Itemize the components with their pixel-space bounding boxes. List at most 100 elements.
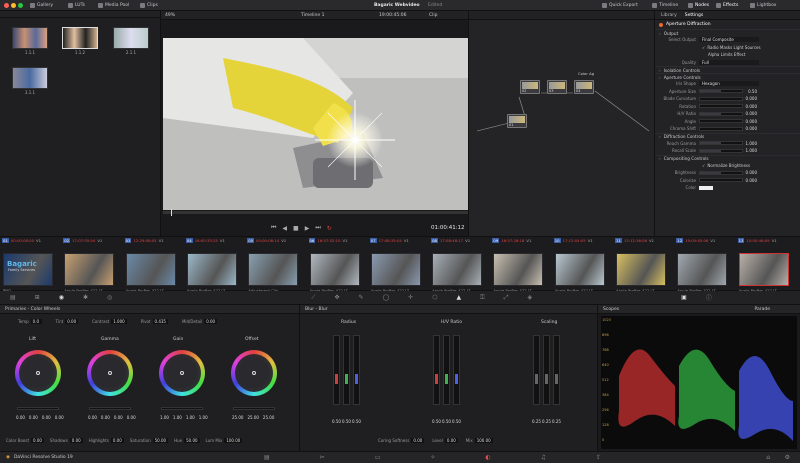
luts-button[interactable]: LUTs xyxy=(64,0,89,11)
temp-field[interactable]: Temp 0.0 xyxy=(18,319,42,324)
scopes-icon[interactable]: ▣ xyxy=(681,294,687,301)
tracker-icon[interactable]: ✛ xyxy=(408,294,413,301)
slider-track[interactable] xyxy=(699,141,743,146)
tab-settings[interactable]: Settings xyxy=(685,13,703,18)
wheel-value[interactable]: 0.00 xyxy=(55,415,64,420)
color-match-icon[interactable]: ⊞ xyxy=(35,294,40,301)
wheel-value[interactable]: 25.00 xyxy=(247,415,258,420)
slider-track[interactable] xyxy=(699,170,743,175)
wheel-value[interactable]: 25.00 xyxy=(232,415,243,420)
section-aperture[interactable]: Aperture Controls xyxy=(655,73,800,80)
pivot-field[interactable]: Pivot 0.435 xyxy=(141,319,168,324)
lightbox-toggle[interactable]: Lightbox xyxy=(746,0,780,11)
clip-thumbnail[interactable]: Bagaric Family Services xyxy=(3,253,53,286)
deliver-page-icon[interactable]: ⇪ xyxy=(596,454,601,461)
node-03[interactable]: 03 xyxy=(547,80,567,94)
slider-value[interactable]: 0.000 xyxy=(743,96,757,101)
wheel-value[interactable]: 0.00 xyxy=(29,415,38,420)
slider-track[interactable] xyxy=(699,119,743,124)
playhead[interactable] xyxy=(171,209,172,216)
blur-channel-value[interactable]: 0.50 xyxy=(432,419,441,424)
wheel-value[interactable]: 0.00 xyxy=(114,415,123,420)
slider-track[interactable] xyxy=(699,178,743,183)
clip-thumbnail[interactable] xyxy=(432,253,483,286)
blur-channel-slider[interactable] xyxy=(453,335,460,405)
iris-shape-dropdown[interactable]: Hexagon xyxy=(699,81,759,87)
primaries-bottom-field[interactable]: Highlights 0.00 xyxy=(89,438,124,443)
primaries-bottom-field[interactable]: Color Boost 0.00 xyxy=(6,438,44,443)
clip-thumbnail[interactable] xyxy=(677,253,728,286)
clip-thumbnail[interactable] xyxy=(493,253,544,286)
wheel-value[interactable]: 1.00 xyxy=(173,415,182,420)
clip-thumbnail[interactable] xyxy=(738,253,789,286)
blur-footer-field[interactable]: Coring Softness 0.00 xyxy=(378,438,425,443)
blur-channel-value[interactable]: 0.25 xyxy=(532,419,541,424)
blur-channel-slider[interactable] xyxy=(333,335,340,405)
clips-button[interactable]: Clips xyxy=(136,0,162,11)
color-wheel[interactable] xyxy=(87,350,133,396)
slider-value[interactable]: 0.000 xyxy=(743,126,757,131)
wheel-value[interactable]: 0.00 xyxy=(42,415,51,420)
slider-track[interactable] xyxy=(699,148,743,153)
wheel-value[interactable]: 1.00 xyxy=(186,415,195,420)
fusion-page-icon[interactable]: ✧ xyxy=(430,454,435,461)
skip-end-icon[interactable]: ⏭ xyxy=(315,224,320,232)
play-icon[interactable]: ▶ xyxy=(305,225,310,232)
clip-thumbnail[interactable] xyxy=(370,253,421,286)
color-wheels-icon[interactable]: ◉ xyxy=(59,294,64,301)
quality-dropdown[interactable]: Full xyxy=(699,59,759,65)
gallery-still[interactable] xyxy=(62,27,98,49)
timeline-toggle[interactable]: Timeline xyxy=(648,0,682,11)
master-wheel-bar[interactable] xyxy=(233,407,275,410)
blur-channel-slider[interactable] xyxy=(543,335,550,405)
clip-thumbnail[interactable] xyxy=(309,253,360,286)
curves-icon[interactable]: ⟋ xyxy=(311,294,315,302)
media-page-icon[interactable]: ▤ xyxy=(264,454,270,461)
gallery-still[interactable] xyxy=(12,67,48,89)
wheel-center-handle[interactable] xyxy=(180,371,184,375)
color-swatch[interactable] xyxy=(699,185,713,190)
scrubber-bar[interactable] xyxy=(163,209,468,216)
master-wheel-bar[interactable] xyxy=(161,407,203,410)
sizing-icon[interactable]: ⤢ xyxy=(504,294,509,302)
node-04[interactable]: 04 xyxy=(574,80,594,94)
slider-value[interactable]: 0.000 xyxy=(743,119,757,124)
node-01[interactable]: 01 xyxy=(507,114,527,128)
color-wheel[interactable] xyxy=(159,350,205,396)
clip-thumbnail[interactable] xyxy=(616,253,666,286)
effect-enable-icon[interactable] xyxy=(659,22,663,27)
zoom-level[interactable]: 49% xyxy=(165,13,175,18)
clip-thumbnail[interactable] xyxy=(125,253,176,286)
zoom-window-button[interactable] xyxy=(18,3,23,8)
master-wheel-bar[interactable] xyxy=(89,407,131,410)
qualifier-icon[interactable]: ✎ xyxy=(358,294,363,301)
effects-toggle[interactable]: Effects xyxy=(712,0,742,11)
blur-channel-value[interactable]: 0.25 xyxy=(552,419,561,424)
home-icon[interactable]: ⌂ xyxy=(766,454,770,461)
wheel-value[interactable]: 1.00 xyxy=(199,415,208,420)
3d-icon[interactable]: ◈ xyxy=(528,294,533,301)
blur-channel-slider[interactable] xyxy=(343,335,350,405)
stop-icon[interactable]: ■ xyxy=(293,225,299,232)
timeline-name[interactable]: Timeline 1 xyxy=(301,13,324,18)
blur-channel-value[interactable]: 0.50 xyxy=(342,419,351,424)
motion-effects-icon[interactable]: ◎ xyxy=(107,294,112,301)
slider-value[interactable]: 0.000 xyxy=(743,104,757,109)
blur-icon[interactable]: ▲ xyxy=(457,294,462,301)
section-diffraction[interactable]: Diffraction Controls xyxy=(655,132,800,140)
info-icon[interactable]: ⓘ xyxy=(706,293,712,302)
wheel-value[interactable]: 0.00 xyxy=(101,415,110,420)
effect-header[interactable]: Aperture Diffraction xyxy=(655,20,800,29)
section-compositing[interactable]: Compositing Controls xyxy=(655,154,800,162)
blur-channel-value[interactable]: 0.50 xyxy=(332,419,341,424)
color-wheel[interactable] xyxy=(231,350,277,396)
wheel-value[interactable]: 0.00 xyxy=(88,415,97,420)
color-warper-icon[interactable]: ✥ xyxy=(334,294,339,301)
rgb-mixer-icon[interactable]: ✱ xyxy=(83,294,88,301)
blur-channel-slider[interactable] xyxy=(433,335,440,405)
slider-track[interactable] xyxy=(699,126,743,131)
fairlight-page-icon[interactable]: ♫ xyxy=(541,454,546,461)
media-pool-button[interactable]: Media Pool xyxy=(94,0,133,11)
key-icon[interactable]: ⚿ xyxy=(480,294,485,302)
checkbox-alpha-limits[interactable]: Alpha Limits Effect xyxy=(655,51,800,59)
